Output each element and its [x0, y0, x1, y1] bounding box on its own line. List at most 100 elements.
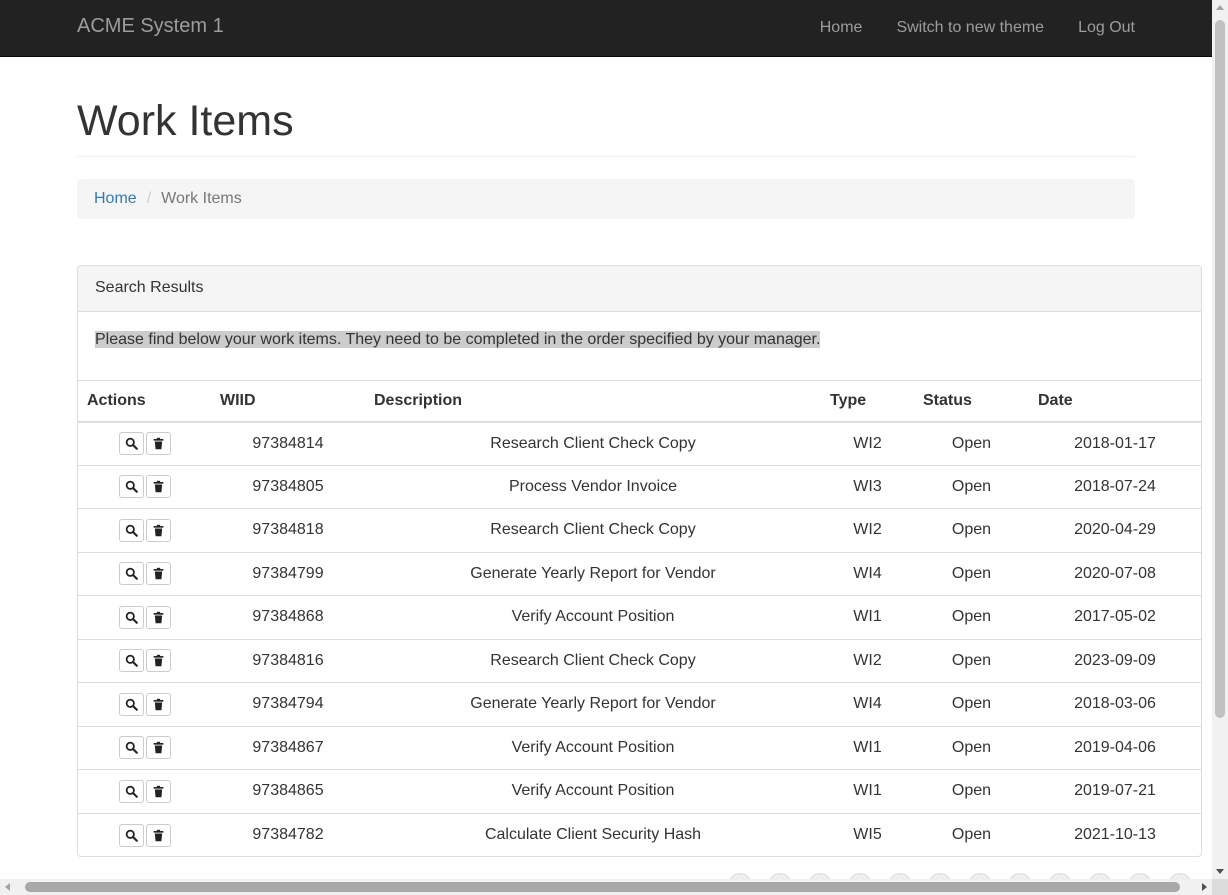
wiid-cell: 97384867 — [211, 725, 365, 770]
status-cell: Open — [914, 769, 1029, 813]
table-row: 97384867 Verify Account Position WI1 Open 20… — [78, 725, 1201, 770]
view-button[interactable] — [118, 736, 144, 760]
breadcrumb: Home / Work Items — [77, 179, 1135, 219]
view-button[interactable] — [118, 562, 144, 586]
actions-cell — [78, 725, 211, 770]
search-results-panel: Search Results Please find below your wo… — [77, 265, 1202, 857]
description-cell: Verify Account Position — [365, 725, 821, 770]
breadcrumb-current: Work Items — [161, 190, 242, 207]
breadcrumb-home-link[interactable]: Home — [94, 190, 137, 208]
delete-button[interactable] — [145, 736, 171, 760]
view-button[interactable] — [118, 605, 144, 629]
delete-button[interactable] — [145, 605, 171, 629]
delete-button[interactable] — [145, 779, 171, 803]
trash-icon — [152, 654, 165, 667]
header-actions: Actions — [78, 380, 211, 423]
table-row: 97384818 Research Client Check Copy WI2 Ope… — [78, 508, 1201, 552]
brand-link[interactable]: ACME System 1 — [77, 15, 224, 38]
status-cell: Open — [914, 638, 1029, 683]
wiid-cell: 97384805 — [211, 464, 365, 509]
delete-button[interactable] — [145, 562, 171, 586]
view-button[interactable] — [118, 475, 144, 499]
description-cell: Generate Yearly Report for Vendor — [365, 551, 821, 596]
horizontal-scroll-thumb[interactable] — [25, 882, 1180, 892]
delete-button[interactable] — [145, 518, 171, 542]
nav-links: Home Switch to new theme Log Out — [803, 0, 1135, 56]
type-cell: WI2 — [821, 508, 914, 552]
status-cell: Open — [914, 812, 1029, 856]
description-cell: Process Vendor Invoice — [365, 464, 821, 509]
header-date: Date — [1029, 380, 1201, 423]
scroll-down-arrow[interactable] — [1216, 869, 1224, 874]
trash-icon — [152, 785, 165, 798]
view-button[interactable] — [118, 779, 144, 803]
table-row: 97384799 Generate Yearly Report for Vendo… — [78, 551, 1201, 596]
delete-button[interactable] — [145, 823, 171, 847]
vertical-scrollbar[interactable] — [1212, 0, 1228, 879]
actions-cell — [78, 551, 211, 596]
description-cell: Research Client Check Copy — [365, 638, 821, 683]
status-cell: Open — [914, 464, 1029, 509]
date-cell: 2018-01-17 — [1074, 434, 1156, 452]
status-cell: Open — [951, 434, 992, 452]
view-button[interactable] — [118, 823, 144, 847]
description-cell: Research Client Check Copy — [490, 434, 696, 452]
horizontal-scrollbar[interactable] — [0, 879, 1212, 895]
type-cell: WI1 — [821, 595, 914, 639]
nav-logout-link[interactable]: Log Out — [1061, 0, 1135, 56]
status-cell: Open — [914, 725, 1029, 770]
delete-button[interactable] — [145, 649, 171, 673]
view-button[interactable] — [118, 432, 144, 455]
description-cell: Verify Account Position — [365, 595, 821, 639]
search-icon — [125, 829, 138, 842]
table-row: 97384805 Process Vendor Invoice WI3 Open 201… — [78, 464, 1201, 509]
breadcrumb-separator: / — [146, 190, 152, 207]
date-cell: 2017-05-02 — [1029, 595, 1201, 639]
nav-switch-theme-link[interactable]: Switch to new theme — [879, 0, 1061, 56]
wiid-cell: 97384814 — [252, 434, 324, 452]
type-cell: WI1 — [821, 769, 914, 813]
scrollbar-corner — [1212, 879, 1228, 895]
date-cell: 2019-04-06 — [1029, 725, 1201, 770]
date-cell: 2021-10-13 — [1029, 812, 1201, 856]
view-button[interactable] — [118, 692, 144, 716]
wiid-cell: 97384868 — [211, 595, 365, 639]
table-row: 97384816 Research Client Check Copy WI2 Ope… — [78, 638, 1201, 683]
scroll-left-arrow[interactable] — [5, 883, 10, 891]
actions-cell — [78, 464, 211, 509]
wiid-cell: 97384794 — [211, 682, 365, 726]
panel-heading: Search Results — [78, 266, 1201, 312]
search-icon — [125, 567, 138, 581]
nav-home-link[interactable]: Home — [803, 0, 880, 56]
scroll-up-arrow[interactable] — [1216, 5, 1224, 10]
actions-cell — [78, 769, 211, 813]
header-wiid: WIID — [211, 380, 365, 423]
navbar: ACME System 1 Home Switch to new theme L… — [0, 0, 1212, 57]
delete-button[interactable] — [145, 692, 171, 716]
wiid-cell: 97384865 — [211, 769, 365, 813]
type-cell: WI4 — [821, 682, 914, 726]
view-button[interactable] — [118, 518, 144, 542]
table-row: 97384814 Research Client Check Copy WI2 Ope… — [78, 422, 1201, 466]
search-icon — [125, 654, 138, 668]
delete-button[interactable] — [145, 432, 171, 455]
work-items-table: Actions WIID Description Type Status Dat… — [78, 380, 1201, 856]
view-button[interactable] — [118, 649, 144, 673]
search-icon — [125, 524, 138, 537]
scroll-right-arrow[interactable] — [1202, 883, 1207, 891]
search-icon — [125, 611, 138, 624]
trash-icon — [152, 567, 165, 580]
delete-button[interactable] — [145, 475, 171, 499]
description-cell: Research Client Check Copy — [365, 508, 821, 552]
trash-icon — [152, 480, 165, 493]
type-cell: WI3 — [821, 464, 914, 509]
date-cell: 2020-04-29 — [1029, 508, 1201, 552]
date-cell: 2020-07-08 — [1029, 551, 1201, 596]
actions-cell — [78, 638, 211, 683]
search-icon — [125, 437, 138, 450]
intro-text: Please find below your work items. They … — [95, 331, 821, 348]
actions-cell — [78, 595, 211, 639]
vertical-scroll-thumb[interactable] — [1215, 20, 1225, 718]
table-row: 97384865 Verify Account Position WI1 Open 20… — [78, 769, 1201, 813]
date-cell: 2019-07-21 — [1029, 769, 1201, 813]
